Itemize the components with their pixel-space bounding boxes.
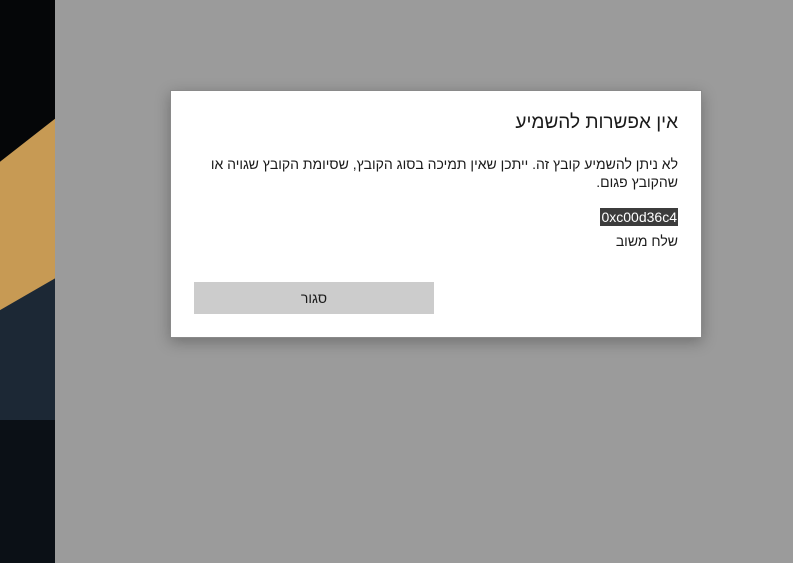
screen: אין אפשרות להשמיע לא ניתן להשמיע קובץ זה… (0, 0, 793, 563)
send-feedback-link[interactable]: שלח משוב (616, 233, 678, 249)
error-code[interactable]: 0xc00d36c4 (600, 208, 678, 226)
background-shape (0, 420, 55, 563)
close-button[interactable]: סגור (194, 282, 434, 314)
background-app-content (0, 0, 55, 563)
dialog-title: אין אפשרות להשמיע (515, 112, 678, 133)
error-dialog: אין אפשרות להשמיע לא ניתן להשמיע קובץ זה… (170, 90, 702, 338)
dialog-message: לא ניתן להשמיע קובץ זה. ייתכן שאין תמיכה… (210, 156, 678, 190)
